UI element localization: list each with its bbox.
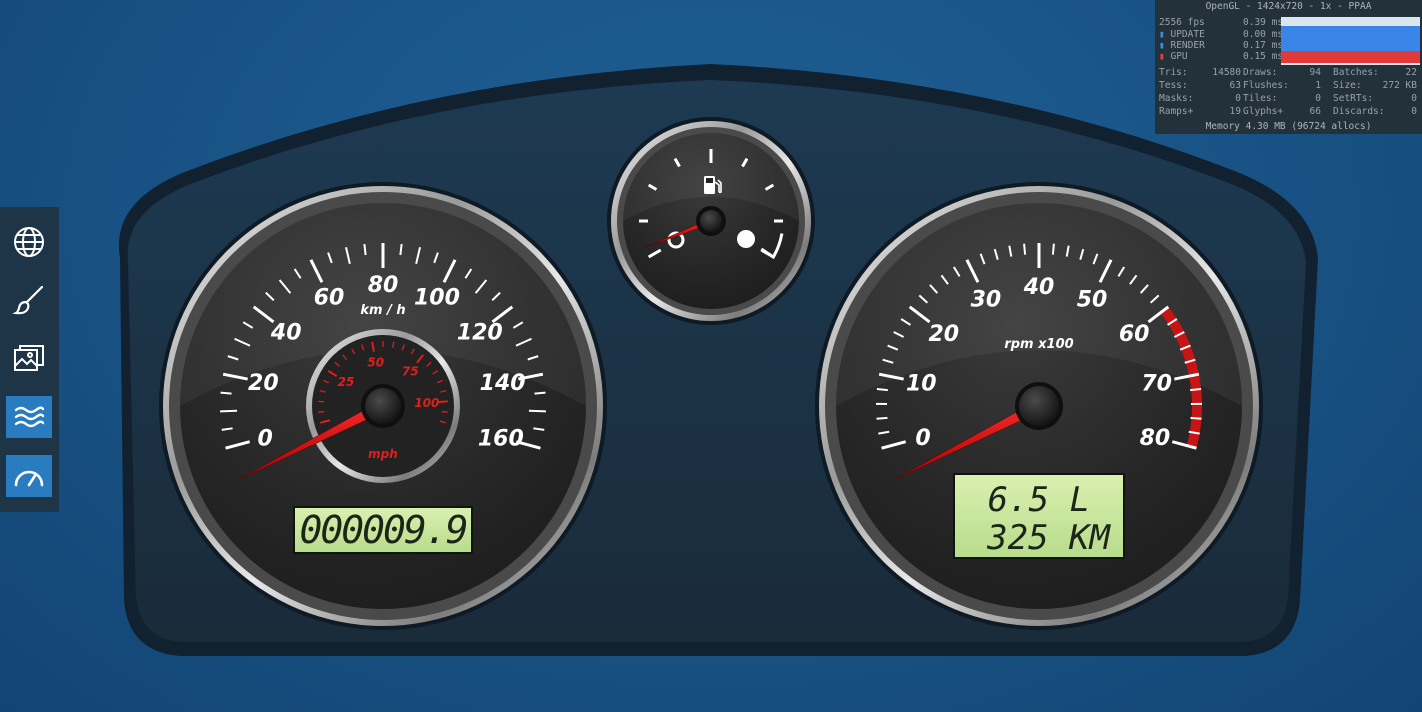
perf-memory: Memory 4.30 MB (96724 allocs) xyxy=(1205,121,1372,132)
perf-stat-label: Size: xyxy=(1333,80,1362,91)
perf-title: OpenGL - 1424x720 - 1x - PPAA xyxy=(1205,1,1372,12)
perf-stat-value: 22 xyxy=(1405,67,1417,78)
speedo-label: 160 xyxy=(478,427,524,452)
speedo-label: 80 xyxy=(368,273,399,298)
mph-tick xyxy=(318,410,325,413)
tacho-label: 40 xyxy=(1023,275,1055,300)
perf-stat-value: 0 xyxy=(1235,93,1241,104)
perf-stat-value: 0 xyxy=(1411,106,1417,117)
perf-stat-value: 1 xyxy=(1315,80,1321,91)
speedo-tick xyxy=(399,243,403,256)
perf-graph-gpu-band xyxy=(1281,51,1420,63)
tacho-label: 0 xyxy=(915,426,930,451)
brush-icon xyxy=(12,285,44,315)
tacho-hub xyxy=(1019,386,1059,426)
fuel-pump-window xyxy=(706,178,713,183)
waves-button[interactable] xyxy=(6,396,52,438)
perf-graph-render-band xyxy=(1281,26,1420,51)
mph-label: 25 xyxy=(338,375,355,389)
perf-update-label: UPDATE xyxy=(1170,29,1205,40)
speedo-label: 120 xyxy=(457,321,503,346)
waves-icon xyxy=(14,406,45,428)
perf-stat-label: Tess: xyxy=(1159,80,1188,91)
tacho-tick xyxy=(1190,387,1202,392)
perf-stat-label: Tris: xyxy=(1159,67,1188,78)
perf-fps-ms: 0.39 ms xyxy=(1243,17,1284,28)
images-icon xyxy=(14,345,44,371)
tacho-label: 50 xyxy=(1077,287,1108,312)
mph-label: 100 xyxy=(414,396,439,410)
tacho-tick xyxy=(1190,416,1202,420)
speedo-label: 140 xyxy=(480,371,526,396)
speedo-unit: km / h xyxy=(360,303,405,318)
speedo-tick xyxy=(528,409,546,413)
trip-lcd-line1: 6.5 L xyxy=(988,480,1090,520)
speedo-label: 60 xyxy=(314,286,345,311)
gauge-button[interactable] xyxy=(6,455,52,497)
speedo-label: 20 xyxy=(248,371,279,396)
tacho-tick xyxy=(1023,243,1027,255)
speedo-label: 0 xyxy=(258,427,273,452)
fuel-full-marker xyxy=(737,230,755,248)
gauge-icon xyxy=(14,470,44,487)
perf-stat-value: 14580 xyxy=(1212,67,1241,78)
sidebar xyxy=(0,207,59,512)
tacho-label: 80 xyxy=(1140,426,1171,451)
speedometer: 0 20 40 60 80 100 120 140 160 km / h 25 50 75 100 mph 0… xyxy=(159,182,607,630)
mph-label: 50 xyxy=(367,356,384,370)
tacho-label: 70 xyxy=(1141,372,1172,397)
odometer-readout: 000009.9 xyxy=(299,508,466,552)
perf-gpu-label: GPU xyxy=(1170,51,1188,62)
perf-stat-value: 63 xyxy=(1229,80,1241,91)
tacho-label: 10 xyxy=(906,372,937,397)
trip-lcd-line2: 325 KM xyxy=(986,518,1111,558)
tacho-unit: rpm x100 xyxy=(1004,337,1073,352)
perf-gpu-ms: 0.15 ms xyxy=(1243,51,1284,62)
images-button[interactable] xyxy=(6,337,52,379)
perf-update-ms: 0.00 ms xyxy=(1243,29,1284,40)
speedo-tick xyxy=(220,391,232,395)
mph-unit: mph xyxy=(368,447,398,461)
tacho-tick xyxy=(876,416,888,420)
perf-graph xyxy=(1281,17,1420,65)
globe-button[interactable] xyxy=(6,221,52,263)
fuel-hub xyxy=(700,210,722,232)
gpu-marker: ▮ xyxy=(1159,51,1165,62)
tachometer: 0 10 20 30 40 50 60 70 80 rpm x100 6.5 L325 KM xyxy=(815,182,1263,630)
speedo-tick xyxy=(363,243,367,256)
update-marker: ▮ xyxy=(1159,29,1165,40)
fuel-gauge xyxy=(607,117,815,325)
perf-fps: 2556 fps xyxy=(1159,17,1205,28)
speedo-tick xyxy=(220,409,238,413)
perf-stat-value: 19 xyxy=(1229,106,1241,117)
tacho-tick xyxy=(876,387,888,392)
tacho-tick xyxy=(1051,243,1055,255)
globe-icon xyxy=(14,227,44,257)
perf-render-ms: 0.17 ms xyxy=(1243,40,1284,51)
brush-button[interactable] xyxy=(6,279,52,321)
mph-label: 75 xyxy=(402,364,419,378)
speedo-hub xyxy=(365,388,401,424)
perf-render-label: RENDER xyxy=(1170,40,1205,51)
perf-stat-value: 94 xyxy=(1309,67,1321,78)
speedo-label: 40 xyxy=(270,321,302,346)
mph-tick xyxy=(441,410,448,413)
perf-stat-value: 0 xyxy=(1315,93,1321,104)
performance-overlay: OpenGL - 1424x720 - 1x - PPAA 2556 fps 0… xyxy=(1155,0,1422,134)
perf-stat-value: 0 xyxy=(1411,93,1417,104)
speedo-tick xyxy=(534,391,546,395)
render-marker: ▮ xyxy=(1159,40,1165,51)
tacho-label: 20 xyxy=(928,322,959,347)
tacho-label: 30 xyxy=(971,287,1002,312)
speedo-label: 100 xyxy=(414,286,460,311)
tacho-label: 60 xyxy=(1119,322,1150,347)
perf-stat-value: 272 KB xyxy=(1382,80,1417,91)
perf-stat-value: 66 xyxy=(1309,106,1321,117)
